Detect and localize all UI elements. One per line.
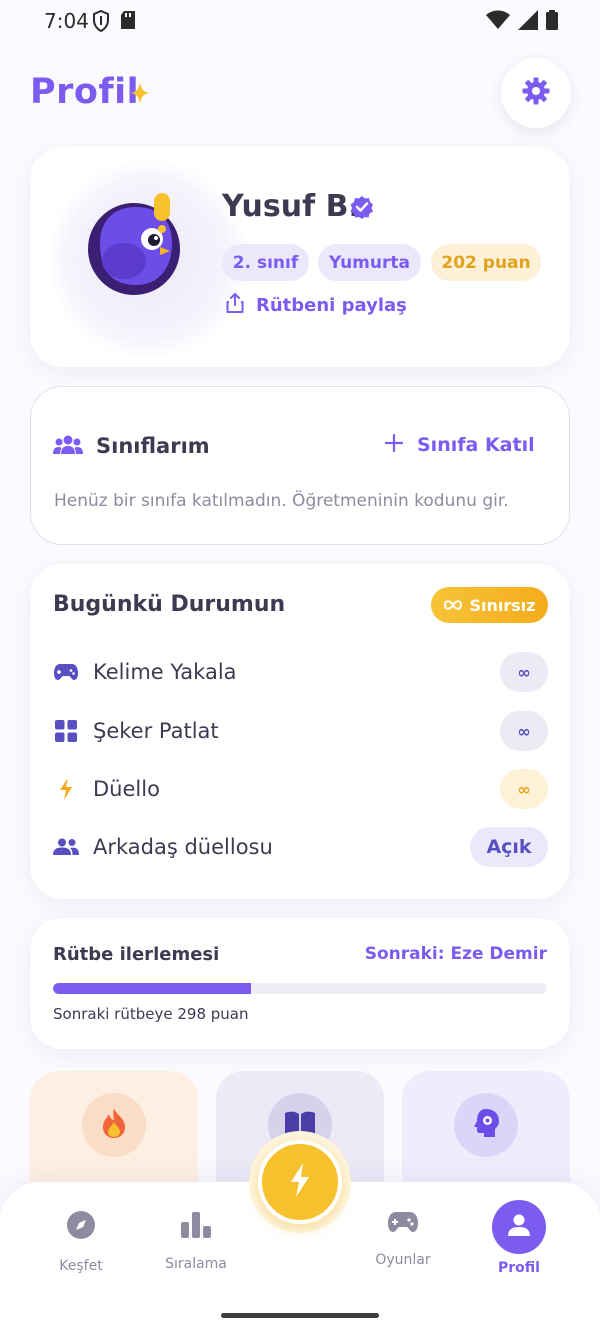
- rank-progress-title: Rütbe ilerlemesi: [53, 944, 220, 965]
- nav-item-kesfet[interactable]: Keşfet: [26, 1210, 136, 1274]
- points-pill: 202 puan: [431, 244, 541, 281]
- gamepad-icon: [53, 663, 79, 681]
- unlimited-badge: Sınırsız: [431, 587, 548, 623]
- gamepad-icon: [388, 1210, 418, 1238]
- game-label: Şeker Patlat: [93, 719, 219, 743]
- infinity-icon: [443, 596, 463, 615]
- gear-icon: [522, 77, 550, 109]
- rank-progress-card: Rütbe ilerlemesi Sonraki: Eze Demir Sonr…: [30, 918, 570, 1049]
- settings-button[interactable]: [501, 58, 571, 128]
- status-bar: 7:04: [0, 0, 600, 42]
- compass-icon: [66, 1210, 96, 1244]
- join-class-label: Sınıfa Katıl: [417, 434, 535, 456]
- game-row-seker-patlat[interactable]: Şeker Patlat ∞: [53, 710, 548, 752]
- lightning-icon: [289, 1163, 311, 1201]
- friend-duel-status-badge[interactable]: Açık: [470, 827, 548, 867]
- fire-icon: [101, 1108, 127, 1142]
- game-limit-badge: ∞: [500, 769, 548, 809]
- share-rank-label: Rütbeni paylaş: [256, 294, 407, 316]
- unlimited-badge-label: Sınırsız: [469, 595, 536, 615]
- classes-empty-text: Henüz bir sınıfa katılmadın. Öğretmenini…: [54, 491, 509, 511]
- nav-item-siralama[interactable]: Sıralama: [141, 1210, 251, 1272]
- friends-icon: [53, 838, 79, 856]
- classes-title: Sınıflarım: [96, 434, 210, 458]
- next-rank-label: Sonraki: Eze Demir: [364, 944, 547, 964]
- game-limit-badge: ∞: [500, 711, 548, 751]
- page-title: Profil: [30, 72, 140, 112]
- nav-active-indicator: [492, 1200, 546, 1254]
- game-label: Arkadaş düellosu: [93, 835, 273, 859]
- classes-card: Sınıflarım Sınıfa Katıl Henüz bir sınıfa…: [30, 386, 570, 545]
- verified-badge-icon: [350, 195, 374, 223]
- grid-icon: [53, 720, 79, 742]
- play-button[interactable]: [258, 1140, 342, 1224]
- join-class-button[interactable]: Sınıfa Katıl: [384, 433, 535, 456]
- rank-progress-bar: [53, 983, 547, 994]
- nav-item-profil[interactable]: Profil: [464, 1200, 574, 1276]
- home-indicator[interactable]: [221, 1313, 379, 1318]
- rank-pill: Yumurta: [318, 244, 421, 281]
- group-icon: [53, 435, 83, 459]
- game-label: Kelime Yakala: [93, 660, 237, 684]
- game-row-kelime-yakala[interactable]: Kelime Yakala ∞: [53, 651, 548, 693]
- nav-item-oyunlar[interactable]: Oyunlar: [348, 1210, 458, 1268]
- game-label: Düello: [93, 777, 160, 801]
- shield-icon: [92, 9, 110, 36]
- sparkle-icon: [130, 82, 150, 108]
- user-name: Yusuf B.: [222, 189, 360, 224]
- lightning-icon: [53, 778, 79, 800]
- grade-pill: 2. sınıf: [222, 244, 309, 281]
- share-icon: [226, 293, 244, 317]
- avatar[interactable]: [88, 193, 188, 307]
- game-limit-badge: ∞: [500, 652, 548, 692]
- profile-card: Yusuf B. 2. sınıf Yumurta 202 puan Rütbe…: [30, 147, 570, 367]
- nav-label: Profil: [498, 1260, 540, 1276]
- rank-progress-caption: Sonraki rütbeye 298 puan: [53, 1005, 249, 1023]
- status-time: 7:04: [44, 9, 89, 33]
- bar-chart-icon: [181, 1210, 211, 1242]
- nav-label: Oyunlar: [375, 1252, 431, 1268]
- battery-icon: [546, 10, 558, 34]
- wifi-icon: [486, 10, 510, 34]
- today-status-title: Bugünkü Durumun: [53, 592, 286, 617]
- share-rank-button[interactable]: Rütbeni paylaş: [226, 293, 407, 317]
- person-icon: [507, 1213, 531, 1241]
- sd-card-icon: [120, 10, 136, 36]
- game-row-arkadas-duellosu[interactable]: Arkadaş düellosu Açık: [53, 826, 548, 868]
- game-row-duello[interactable]: Düello ∞: [53, 768, 548, 810]
- signal-icon: [518, 10, 538, 34]
- nav-label: Sıralama: [165, 1256, 227, 1272]
- brain-gear-icon: [472, 1108, 500, 1142]
- rank-progress-fill: [53, 983, 251, 994]
- plus-icon: [384, 433, 404, 456]
- today-status-card: Bugünkü Durumun Sınırsız Kelime Yakala ∞…: [30, 564, 570, 899]
- nav-label: Keşfet: [59, 1258, 103, 1274]
